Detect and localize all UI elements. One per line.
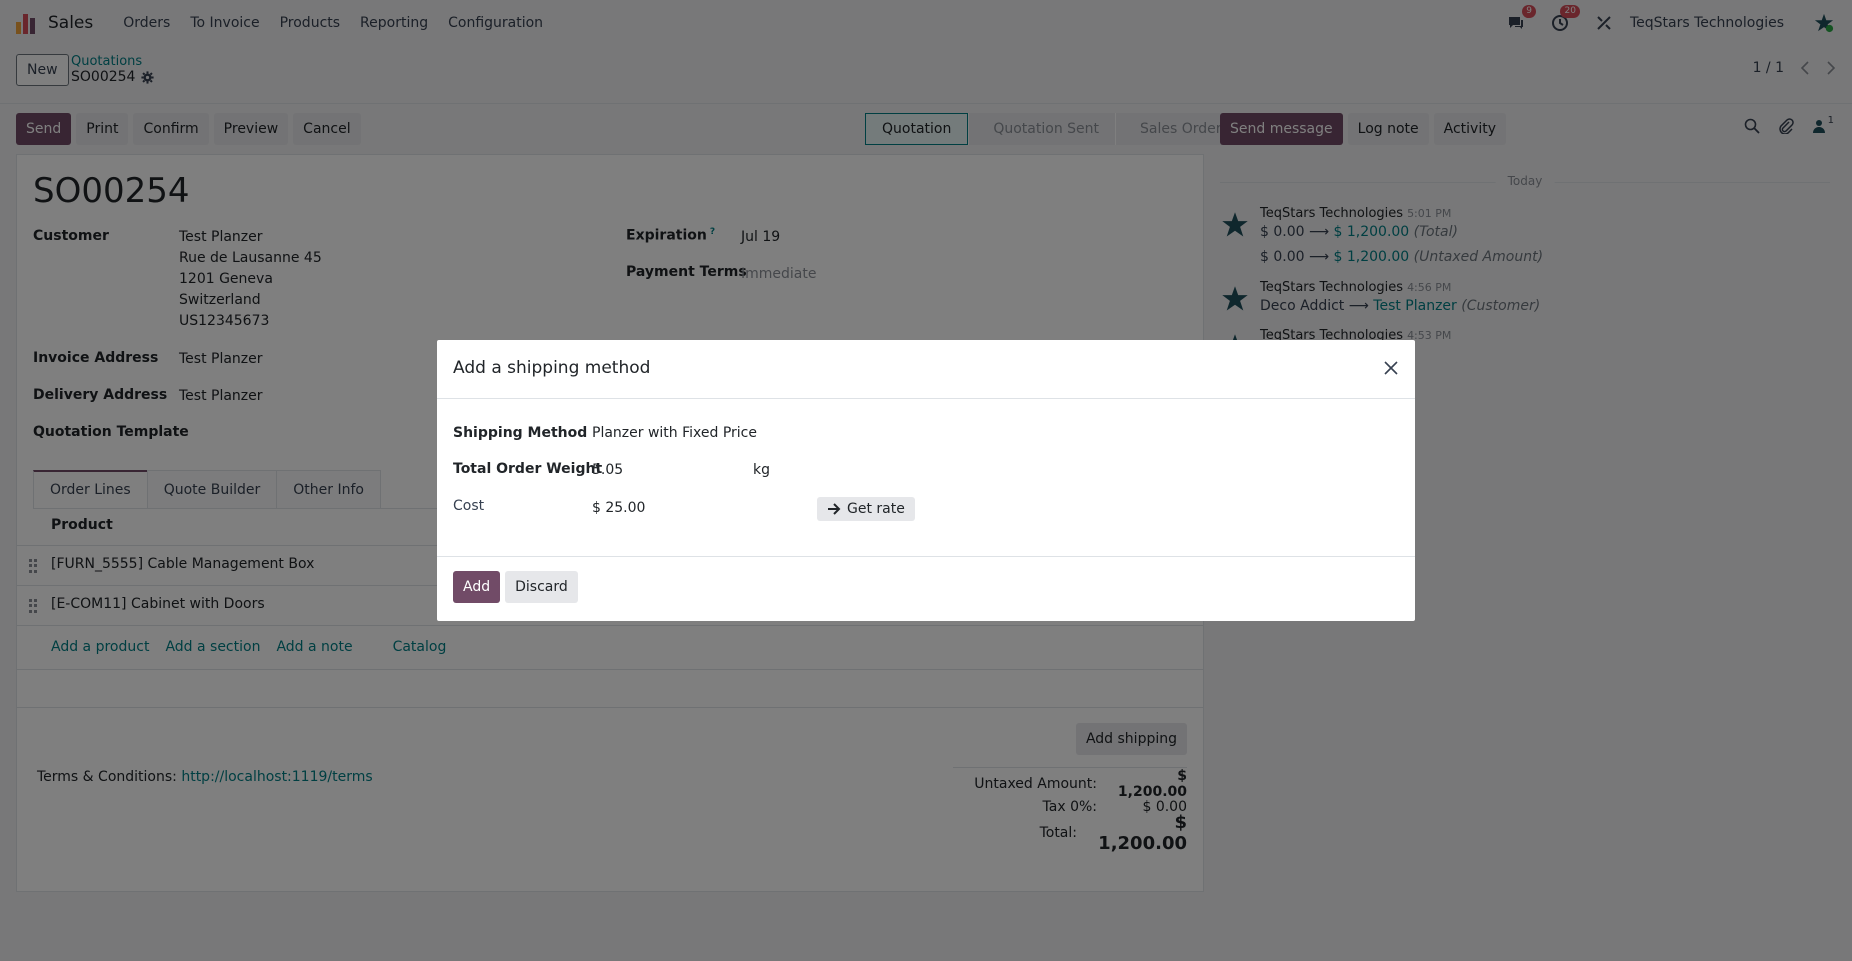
modal-title: Add a shipping method bbox=[453, 358, 651, 378]
modal-footer-divider bbox=[437, 556, 1415, 557]
shipping-method-dialog: Add a shipping method Shipping Method Pl… bbox=[437, 340, 1415, 621]
cost-value: $ 25.00 bbox=[592, 500, 646, 516]
shipping-method-label: Shipping Method bbox=[453, 425, 588, 441]
add-button[interactable]: Add bbox=[453, 571, 501, 603]
get-rate-label: Get rate bbox=[847, 501, 905, 517]
total-weight-label: Total Order Weight bbox=[453, 461, 603, 477]
get-rate-button[interactable]: Get rate bbox=[817, 497, 915, 521]
modal-header: Add a shipping method bbox=[437, 340, 1415, 399]
modal-buttons: Add Discard bbox=[453, 571, 578, 603]
discard-button[interactable]: Discard bbox=[505, 571, 578, 603]
cost-label: Cost bbox=[453, 498, 485, 514]
close-icon[interactable] bbox=[1381, 358, 1401, 378]
arrow-right-icon bbox=[828, 503, 841, 515]
total-weight-field[interactable]: 5.05 bbox=[592, 462, 623, 478]
shipping-method-field[interactable]: Planzer with Fixed Price bbox=[592, 425, 757, 441]
weight-unit: kg bbox=[753, 462, 770, 478]
